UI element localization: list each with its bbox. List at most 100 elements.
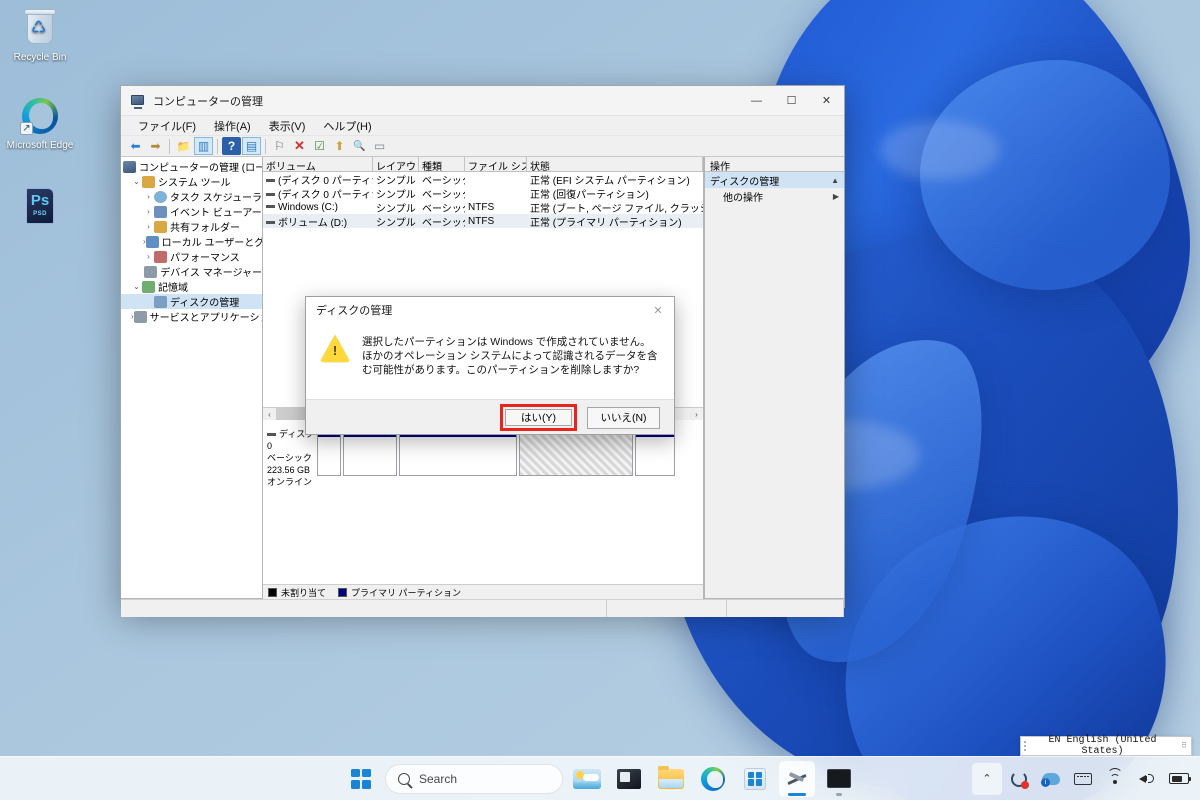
- flag-icon[interactable]: ⚐: [270, 137, 289, 155]
- yes-button[interactable]: はい(Y): [505, 409, 572, 426]
- column-header-layout[interactable]: レイアウト: [373, 157, 419, 171]
- column-header-filesystem[interactable]: ファイル システム: [465, 157, 527, 171]
- store-button[interactable]: [737, 761, 773, 797]
- minimize-button[interactable]: —: [739, 86, 774, 116]
- recycle-bin-icon: ♺: [20, 8, 60, 48]
- sidebar-item-event-viewer[interactable]: › イベント ビューアー: [121, 204, 262, 219]
- network-button[interactable]: [1100, 763, 1130, 795]
- no-button[interactable]: いいえ(N): [587, 406, 660, 429]
- search-box[interactable]: Search: [385, 763, 563, 794]
- tree-expander-icon[interactable]: ›: [143, 252, 154, 261]
- tree-root[interactable]: コンピューターの管理 (ローカル): [121, 159, 262, 174]
- partition-strip: [317, 428, 699, 488]
- touch-keyboard-button[interactable]: [1068, 763, 1098, 795]
- table-row[interactable]: ボリューム (D:) シンプル ベーシック NTFS 正常 (プライマリ パーテ…: [263, 214, 703, 229]
- desktop-icon-psd-file[interactable]: Ps PSD: [4, 186, 76, 230]
- cell-layout: シンプル: [376, 189, 416, 201]
- volume-bar-icon: [266, 179, 275, 183]
- actions-pane: 操作 ディスクの管理 ▲ 他の操作 ▶: [704, 157, 844, 599]
- widgets-button[interactable]: [569, 761, 605, 797]
- cell-volume: Windows (C:): [278, 201, 339, 213]
- chevron-right-icon[interactable]: ▶: [833, 192, 839, 201]
- table-row[interactable]: (ディスク 0 パーティション 4) シンプル ベーシック 正常 (回復パーティ…: [263, 186, 703, 201]
- disk-management-confirm-dialog: ディスクの管理 ✕ ! 選択したパーティションは Windows で作成されてい…: [305, 296, 675, 435]
- properties-icon[interactable]: ▤: [242, 137, 261, 155]
- sidebar-item-device-manager[interactable]: デバイス マネージャー: [121, 264, 262, 279]
- maximize-button[interactable]: ☐: [774, 86, 809, 116]
- export-list-icon[interactable]: ⬆: [330, 137, 349, 155]
- volume-button[interactable]: [1132, 763, 1162, 795]
- status-bar: [121, 599, 844, 617]
- folder-icon: [658, 765, 684, 789]
- start-button[interactable]: [343, 761, 379, 797]
- action-disk-management[interactable]: ディスクの管理 ▲: [705, 172, 844, 188]
- console-tree[interactable]: コンピューターの管理 (ローカル) ⌄ システム ツール › タスク スケジュー…: [121, 157, 263, 599]
- table-row[interactable]: Windows (C:) シンプル ベーシック NTFS 正常 (ブート, ペー…: [263, 200, 703, 215]
- legend: 未割り当て プライマリ パーティション: [263, 584, 703, 599]
- action-more-actions[interactable]: 他の操作 ▶: [705, 188, 844, 204]
- task-view-icon: [617, 768, 641, 789]
- scroll-left-arrow[interactable]: ‹: [263, 408, 276, 420]
- menu-action[interactable]: 操作(A): [205, 116, 260, 136]
- column-header-status[interactable]: 状態: [527, 157, 703, 171]
- sidebar-item-task-scheduler[interactable]: › タスク スケジューラ: [121, 189, 262, 204]
- delete-icon[interactable]: ✕: [290, 137, 309, 155]
- legend-label: 未割り当て: [281, 587, 327, 598]
- ime-language-indicator[interactable]: EN English (United States) ⠿: [1020, 735, 1192, 757]
- tree-expander-icon[interactable]: ›: [143, 192, 154, 201]
- sidebar-item-shared-folders[interactable]: › 共有フォルダー: [121, 219, 262, 234]
- show-hide-console-tree-icon[interactable]: ▥: [194, 137, 213, 155]
- help-icon[interactable]: ?: [222, 137, 241, 155]
- legend-swatch: [268, 587, 277, 597]
- tree-expander-icon[interactable]: ›: [143, 222, 154, 231]
- find-icon[interactable]: 🔍: [350, 137, 369, 155]
- tree-expander-icon[interactable]: ⌄: [131, 282, 142, 291]
- sidebar-item-disk-management[interactable]: ディスクの管理: [121, 294, 262, 309]
- dialog-message: 選択したパーティションは Windows で作成されていません。ほかのオペレーシ…: [362, 336, 658, 376]
- dialog-titlebar[interactable]: ディスクの管理 ✕: [306, 297, 674, 323]
- dialog-close-button[interactable]: ✕: [642, 297, 674, 323]
- windows-update-button[interactable]: [1004, 763, 1034, 795]
- table-row[interactable]: (ディスク 0 パーティション 1) シンプル ベーシック 正常 (EFI シス…: [263, 172, 703, 187]
- tree-expander-icon[interactable]: ›: [143, 207, 154, 216]
- forward-icon[interactable]: ➡: [146, 137, 165, 155]
- onedrive-button[interactable]: i: [1036, 763, 1066, 795]
- sidebar-item-system-tools[interactable]: ⌄ システム ツール: [121, 174, 262, 189]
- sidebar-item-local-users-groups[interactable]: › ローカル ユーザーとグループ: [121, 234, 262, 249]
- scroll-right-arrow[interactable]: ›: [690, 408, 703, 420]
- collapse-arrow-icon[interactable]: ▲: [831, 176, 839, 185]
- cell-layout: シンプル: [376, 217, 416, 229]
- battery-button[interactable]: [1164, 763, 1194, 795]
- menu-help[interactable]: ヘルプ(H): [314, 116, 380, 136]
- column-header-type[interactable]: 種類: [419, 157, 465, 171]
- sidebar-item-storage[interactable]: ⌄ 記憶域: [121, 279, 262, 294]
- partition-block[interactable]: [343, 430, 397, 476]
- edge-button[interactable]: [695, 761, 731, 797]
- sidebar-item-performance[interactable]: › パフォーマンス: [121, 249, 262, 264]
- desktop-icon-microsoft-edge[interactable]: ↗ Microsoft Edge: [4, 96, 76, 152]
- partition-block-selected[interactable]: [519, 430, 633, 476]
- partition-block[interactable]: [399, 430, 517, 476]
- partition-block[interactable]: [635, 430, 675, 476]
- task-view-button[interactable]: [611, 761, 647, 797]
- refresh-icon[interactable]: ☑: [310, 137, 329, 155]
- up-folder-icon[interactable]: 📁: [174, 137, 193, 155]
- file-explorer-button[interactable]: [653, 761, 689, 797]
- close-button[interactable]: ✕: [809, 86, 844, 116]
- desktop-icon-recycle-bin[interactable]: ♺ Recycle Bin: [4, 8, 76, 64]
- ime-options-icon[interactable]: ⠿: [1177, 741, 1191, 751]
- back-icon[interactable]: ⬅: [126, 137, 145, 155]
- cloud-icon: i: [1041, 772, 1060, 787]
- view-list-icon[interactable]: ▭: [370, 137, 389, 155]
- drag-handle[interactable]: [1021, 737, 1028, 755]
- menu-file[interactable]: ファイル(F): [129, 116, 205, 136]
- menu-view[interactable]: 表示(V): [260, 116, 315, 136]
- sidebar-item-services-applications[interactable]: › サービスとアプリケーション: [121, 309, 262, 324]
- tools-button[interactable]: [779, 760, 815, 797]
- partition-block[interactable]: [317, 430, 341, 476]
- window-titlebar[interactable]: コンピューターの管理 — ☐ ✕: [121, 86, 844, 116]
- tree-expander-icon[interactable]: ⌄: [131, 177, 142, 186]
- terminal-button[interactable]: [821, 761, 857, 797]
- column-header-volume[interactable]: ボリューム: [263, 157, 373, 171]
- show-hidden-icons-button[interactable]: ⌃: [972, 762, 1002, 795]
